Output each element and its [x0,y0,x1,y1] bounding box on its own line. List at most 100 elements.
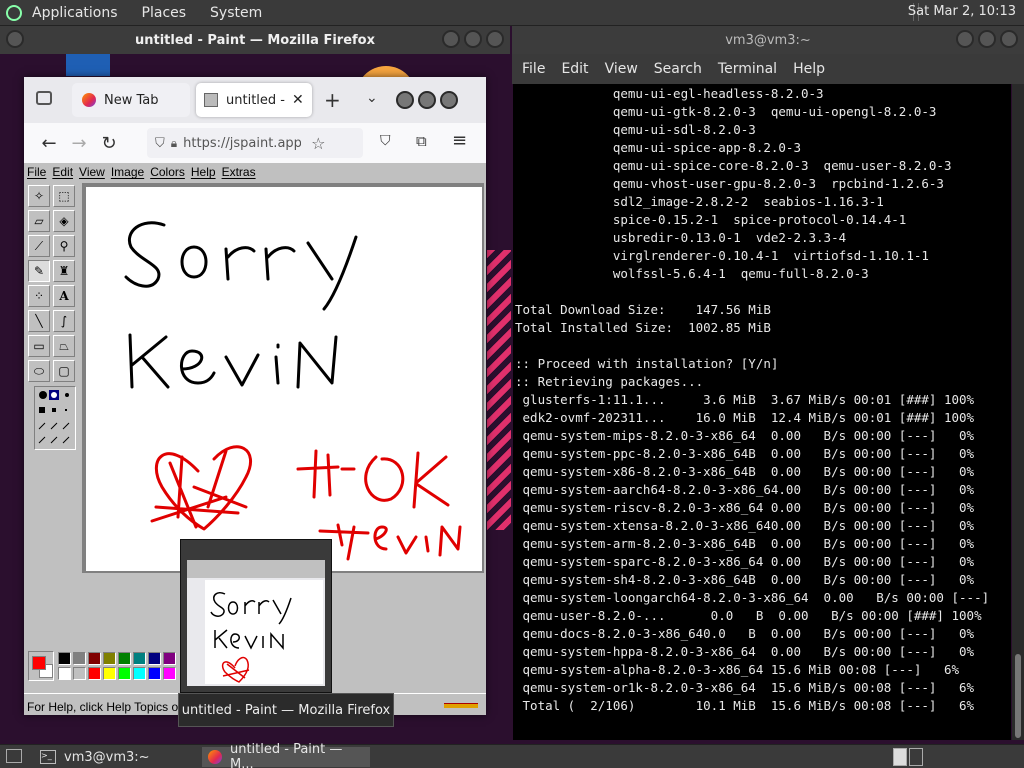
canvas-area[interactable] [82,183,484,573]
palette-swatch[interactable] [148,667,161,680]
workspace-1[interactable] [893,748,907,766]
palette-swatch[interactable] [88,667,101,680]
terminal-menu-file[interactable]: File [522,61,545,77]
maximize-button[interactable] [464,30,482,48]
bookmark-star-icon[interactable]: ☆ [311,134,325,153]
hamburger-menu-icon[interactable]: ≡ [452,130,467,151]
list-all-tabs-chevron-icon[interactable]: ⌄ [366,90,378,106]
palette-swatch[interactable] [163,652,176,665]
terminal-menu-search[interactable]: Search [654,61,702,77]
taskbar-item-terminal[interactable]: >_ vm3@vm3:~ [34,747,194,767]
back-arrow-icon[interactable]: ← [34,133,64,154]
close-button[interactable] [1000,30,1018,48]
maximize-button[interactable] [978,30,996,48]
paint-menu-colors[interactable]: Colors [147,163,188,181]
rounded-rectangle-icon[interactable]: ▢ [53,360,75,382]
url-text[interactable]: https://jspaint.app/# [183,136,301,151]
minimize-button[interactable] [396,91,414,109]
pencil-icon[interactable]: ✎ [28,260,50,282]
rect-select-icon[interactable]: ⬚ [53,185,75,207]
minimize-button[interactable] [442,30,460,48]
forward-arrow-icon[interactable]: → [64,133,94,154]
paint-menu-image[interactable]: Image [108,163,147,181]
color-picker-icon[interactable]: ⟋ [28,235,50,257]
workspace-2[interactable] [909,748,923,766]
firefox-view-icon[interactable] [36,91,52,105]
close-button[interactable] [440,91,458,109]
paint-menu-help[interactable]: Help [188,163,219,181]
terminal-menu-terminal[interactable]: Terminal [718,61,777,77]
terminal-menu-edit[interactable]: Edit [561,61,588,77]
terminal-menu-view[interactable]: View [605,61,638,77]
clock[interactable]: Sat Mar 2, 10:13 [908,4,1016,19]
reload-icon[interactable]: ↻ [94,133,124,154]
line-icon[interactable]: ╲ [28,310,50,332]
scrollbar-thumb[interactable] [1015,654,1021,738]
palette-swatch[interactable] [103,652,116,665]
firefox-icon [208,750,222,764]
extensions-puzzle-icon[interactable]: ⧉ [416,132,427,150]
tracking-shield-icon[interactable]: ⛉ [155,136,165,151]
terminal-titlebar[interactable]: vm3@vm3:~ [512,26,1024,54]
distro-logo-icon[interactable] [6,4,22,21]
taskbar-window-preview[interactable] [180,539,332,693]
minimize-button[interactable] [956,30,974,48]
system-menu[interactable]: System [210,5,262,21]
tool-options-panel[interactable] [34,386,76,450]
current-colors-box[interactable] [28,651,54,681]
terminal-scrollbar[interactable] [1012,84,1024,740]
paint-menu-edit[interactable]: Edit [49,163,76,181]
rectangle-icon[interactable]: ▭ [28,335,50,357]
paint-menu-view[interactable]: View [76,163,108,181]
palette-swatch[interactable] [58,652,71,665]
drawing-canvas[interactable] [86,187,482,571]
window-menu-button[interactable] [6,30,24,48]
taskbar-tooltip: untitled - Paint — Mozilla Firefox [178,693,394,727]
places-menu[interactable]: Places [142,5,187,21]
airbrush-icon[interactable]: ⁘ [28,285,50,307]
url-bar[interactable]: ⛉ 🔒︎ https://jspaint.app/# ☆ [147,128,363,158]
palette-swatch[interactable] [73,667,86,680]
fill-bucket-icon[interactable]: ◈ [53,210,75,232]
terminal-output[interactable]: qemu-ui-egl-headless-8.2.0-3 qemu-ui-gtk… [513,84,1011,740]
primary-color-swatch[interactable] [32,656,46,670]
curve-icon[interactable]: ∫ [53,310,75,332]
palette-swatch[interactable] [118,667,131,680]
free-form-select-icon[interactable]: ✧ [28,185,50,207]
palette-swatch[interactable] [133,667,146,680]
workspace-switcher[interactable] [893,748,923,766]
show-desktop-icon[interactable] [6,749,22,763]
palette-swatch[interactable] [148,652,161,665]
close-button[interactable] [486,30,504,48]
brush-icon[interactable]: ♜ [53,260,75,282]
taskbar-item-firefox[interactable]: untitled - Paint — M... [202,742,370,768]
paint-menu-file[interactable]: File [24,163,49,181]
palette-swatch[interactable] [118,652,131,665]
palette-swatch[interactable] [103,667,116,680]
firefox-titlebar[interactable]: untitled - Paint — Mozilla Firefox [0,26,510,54]
window-menu-icon[interactable] [6,30,24,48]
palette-swatch[interactable] [73,652,86,665]
palette-swatch[interactable] [58,667,71,680]
brush-size-options[interactable] [35,387,75,449]
paint-menu-extras[interactable]: Extras [219,163,259,181]
palette-swatch[interactable] [133,652,146,665]
eraser-icon[interactable]: ▱ [28,210,50,232]
tab-paint[interactable]: untitled - F ✕ [196,83,312,117]
pocket-icon[interactable]: ⛉ [380,133,391,149]
ellipse-icon[interactable]: ⬭ [28,360,50,382]
maximize-button[interactable] [418,91,436,109]
magnifier-icon[interactable]: ⚲ [53,235,75,257]
tab-close-icon[interactable]: ✕ [292,92,304,108]
applications-menu[interactable]: Applications [32,5,118,21]
text-tool-icon[interactable]: A [53,285,75,307]
palette-swatch[interactable] [163,667,176,680]
terminal-text: qemu-ui-egl-headless-8.2.0-3 qemu-ui-gtk… [515,86,990,713]
palette-swatch[interactable] [88,652,101,665]
new-tab-plus-icon[interactable]: + [324,88,341,112]
top-panel: Applications Places System Sat Mar 2, 10… [0,0,1024,26]
tab-new-tab[interactable]: New Tab [72,83,190,117]
terminal-menu-help[interactable]: Help [793,61,825,77]
lock-icon[interactable]: 🔒︎ [171,136,177,151]
polygon-icon[interactable]: ⏢ [53,335,75,357]
